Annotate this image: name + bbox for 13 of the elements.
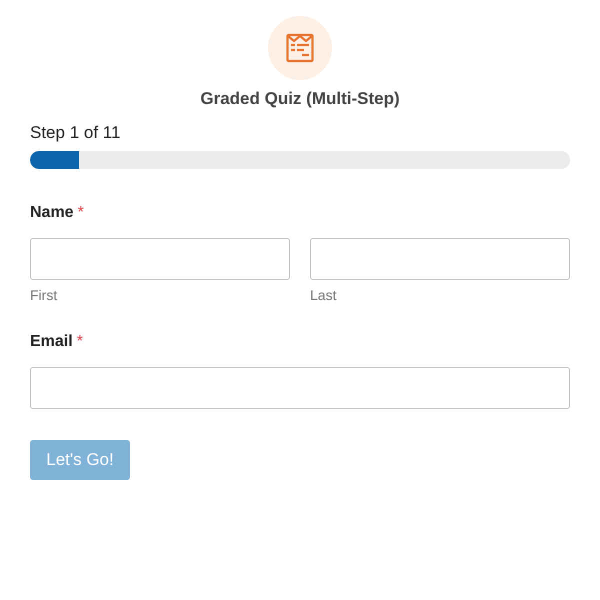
text-input-field[interactable] <box>310 238 570 280</box>
field-label: Name <box>30 203 74 223</box>
required-mark: * <box>76 332 83 352</box>
document-icon <box>268 16 332 80</box>
text-input-field[interactable] <box>30 367 570 409</box>
required-mark: * <box>78 203 84 223</box>
text-input-field[interactable] <box>30 238 290 280</box>
step-counter: Step 1 of 11 <box>30 122 120 144</box>
form-title: Graded Quiz (Multi-Step) <box>200 88 400 110</box>
field-sublabel: First <box>30 286 58 304</box>
field-sublabel: Last <box>310 286 336 304</box>
field-label: Email <box>30 332 73 352</box>
submit-button[interactable]: Let's Go! <box>30 440 130 480</box>
